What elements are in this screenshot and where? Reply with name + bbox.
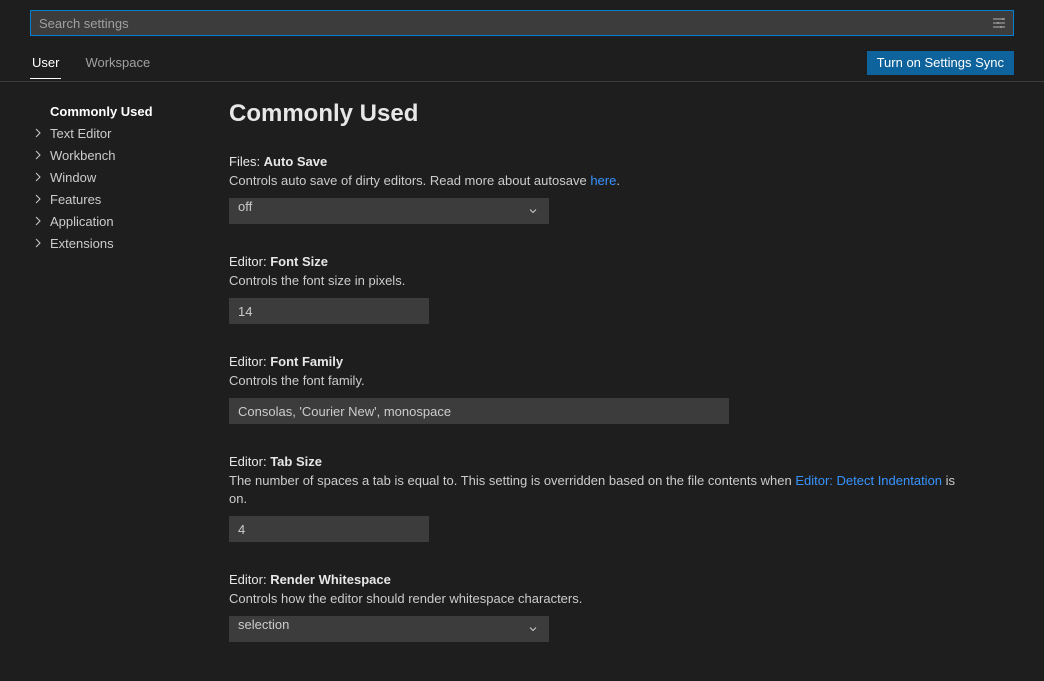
setting-name: Tab Size — [270, 454, 322, 469]
setting-prefix: Editor: — [229, 454, 270, 469]
tab-workspace[interactable]: Workspace — [83, 55, 152, 78]
chevron-right-icon — [30, 235, 46, 251]
tab-user[interactable]: User — [30, 55, 61, 79]
render-whitespace-select[interactable]: selection — [229, 616, 549, 642]
setting-name: Font Size — [270, 254, 328, 269]
chevron-right-icon — [30, 191, 46, 207]
sidebar-item-label: Application — [50, 214, 114, 229]
search-settings-input[interactable] — [31, 11, 985, 35]
setting-prefix: Editor: — [229, 254, 270, 269]
chevron-right-icon — [30, 213, 46, 229]
font-size-input[interactable] — [229, 298, 429, 324]
search-settings-wrap — [30, 10, 1014, 36]
sidebar-item-workbench[interactable]: Workbench — [30, 144, 205, 166]
setting-name: Auto Save — [264, 154, 328, 169]
autosave-docs-link[interactable]: here — [590, 173, 616, 188]
setting-editor-tab-size: Editor: Tab Size The number of spaces a … — [229, 454, 984, 542]
sidebar-item-label: Text Editor — [50, 126, 111, 141]
font-family-input[interactable] — [229, 398, 729, 424]
setting-name: Font Family — [270, 354, 343, 369]
setting-editor-render-whitespace: Editor: Render Whitespace Controls how t… — [229, 572, 984, 642]
setting-description: The number of spaces a tab is equal to. … — [229, 472, 969, 508]
setting-prefix: Files: — [229, 154, 264, 169]
setting-editor-font-size: Editor: Font Size Controls the font size… — [229, 254, 984, 324]
settings-sync-button[interactable]: Turn on Settings Sync — [867, 51, 1014, 75]
sidebar-item-extensions[interactable]: Extensions — [30, 232, 205, 254]
sidebar-item-window[interactable]: Window — [30, 166, 205, 188]
sidebar-item-label: Features — [50, 192, 101, 207]
setting-editor-font-family: Editor: Font Family Controls the font fa… — [229, 354, 984, 424]
sidebar-item-features[interactable]: Features — [30, 188, 205, 210]
sidebar-item-commonly-used[interactable]: Commonly Used — [30, 100, 205, 122]
setting-prefix: Editor: — [229, 572, 270, 587]
setting-description: Controls how the editor should render wh… — [229, 590, 969, 608]
chevron-right-icon — [30, 125, 46, 141]
sidebar-item-label: Window — [50, 170, 96, 185]
setting-name: Render Whitespace — [270, 572, 391, 587]
settings-content: Commonly Used Files: Auto Save Controls … — [205, 82, 1044, 681]
filter-icon[interactable] — [985, 11, 1013, 35]
setting-files-auto-save: Files: Auto Save Controls auto save of d… — [229, 154, 984, 224]
tab-size-input[interactable] — [229, 516, 429, 542]
setting-description: Controls the font family. — [229, 372, 969, 390]
setting-prefix: Editor: — [229, 354, 270, 369]
settings-scope-tabs: User Workspace Turn on Settings Sync — [0, 50, 1044, 82]
sidebar-item-label: Commonly Used — [50, 104, 153, 119]
chevron-right-icon — [30, 147, 46, 163]
auto-save-select[interactable]: off — [229, 198, 549, 224]
setting-description: Controls the font size in pixels. — [229, 272, 969, 290]
setting-description: Controls auto save of dirty editors. Rea… — [229, 172, 969, 190]
settings-sidebar: Commonly Used Text Editor Workbench Wind… — [0, 82, 205, 681]
detect-indentation-link[interactable]: Editor: Detect Indentation — [795, 473, 942, 488]
sidebar-item-text-editor[interactable]: Text Editor — [30, 122, 205, 144]
sidebar-item-label: Workbench — [50, 148, 116, 163]
chevron-right-icon — [30, 169, 46, 185]
sidebar-item-application[interactable]: Application — [30, 210, 205, 232]
section-title: Commonly Used — [229, 100, 984, 128]
sidebar-item-label: Extensions — [50, 236, 114, 251]
